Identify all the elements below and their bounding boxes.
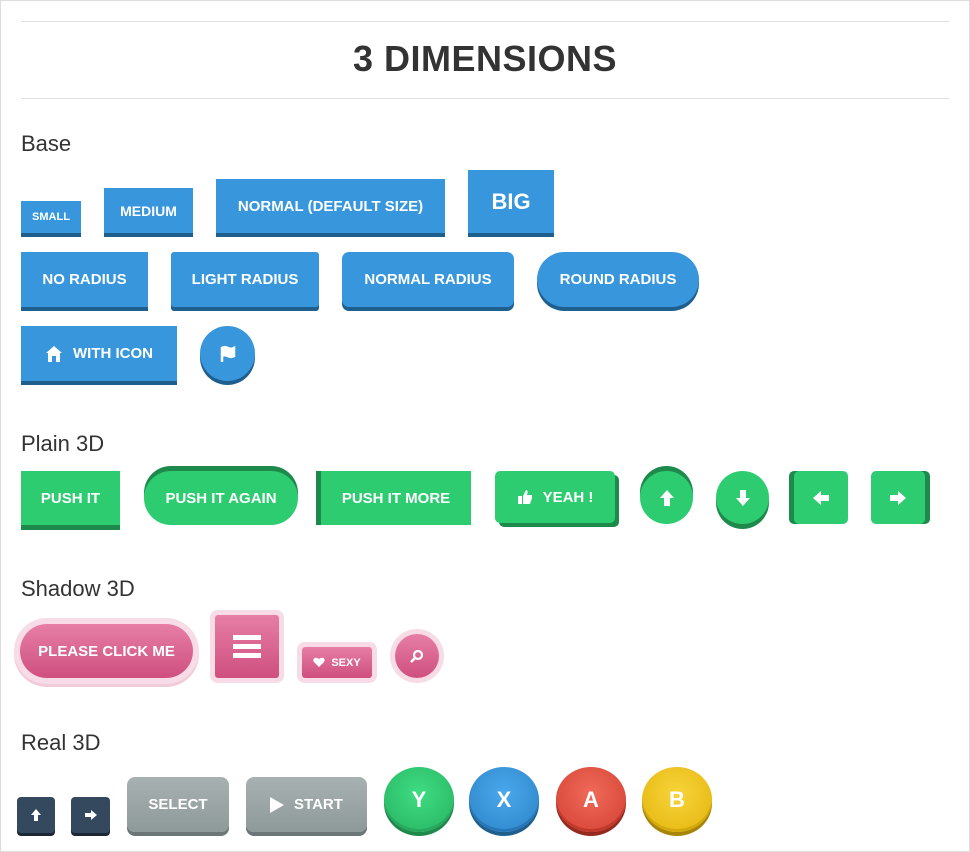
medium-button-label: MEDIUM — [120, 202, 177, 219]
section-base-heading: Base — [21, 131, 72, 156]
title-divider — [21, 98, 949, 99]
big-button[interactable]: BIG — [468, 170, 554, 233]
sexy-label: SEXY — [331, 656, 361, 669]
search-button[interactable] — [395, 634, 439, 678]
yeah-label: YEAH ! — [542, 488, 594, 506]
section-plain-heading: Plain 3D — [21, 431, 105, 456]
arrow-left-icon — [812, 490, 830, 506]
round-radius-label: ROUND RADIUS — [559, 271, 677, 288]
arrow-left-button[interactable] — [794, 471, 848, 524]
thumbs-up-icon — [517, 489, 533, 505]
a-label: A — [583, 786, 599, 812]
sexy-button[interactable]: SEXY — [302, 647, 372, 678]
arrow-down-icon — [735, 489, 751, 507]
big-button-label: BIG — [491, 188, 531, 214]
please-click-me-button[interactable]: PLEASE CLICK ME — [20, 624, 193, 678]
play-icon — [270, 796, 285, 813]
no-radius-button[interactable]: NO RADIUS — [21, 252, 148, 307]
a-button[interactable]: A — [556, 767, 626, 832]
light-radius-label: LIGHT RADIUS — [191, 271, 299, 288]
real-right-button[interactable] — [71, 797, 110, 833]
push-it-again-button[interactable]: PUSH IT AGAIN — [144, 471, 298, 525]
with-icon-button[interactable]: WITH ICON — [21, 326, 177, 381]
arrow-right-button[interactable] — [871, 471, 925, 524]
arrow-up-icon — [659, 489, 675, 507]
b-label: B — [669, 786, 685, 812]
small-button[interactable]: SMALL — [21, 201, 81, 233]
please-click-me-label: PLEASE CLICK ME — [38, 642, 175, 660]
page-frame — [0, 0, 970, 852]
home-icon — [45, 345, 63, 363]
push-it-label: PUSH IT — [40, 489, 101, 507]
push-it-more-button[interactable]: PUSH IT MORE — [321, 471, 471, 525]
y-button[interactable]: Y — [384, 767, 454, 832]
arrow-down-button[interactable] — [716, 471, 769, 524]
flag-button[interactable] — [200, 326, 255, 381]
top-divider — [21, 21, 949, 22]
y-label: Y — [411, 786, 427, 812]
push-it-more-label: PUSH IT MORE — [341, 489, 451, 507]
no-radius-label: NO RADIUS — [42, 271, 127, 288]
normal-default-size-button[interactable]: NORMAL (DEFAULT SIZE) — [216, 179, 445, 233]
menu-icon — [233, 634, 261, 659]
yeah-button[interactable]: YEAH ! — [495, 471, 615, 523]
round-radius-button[interactable]: ROUND RADIUS — [537, 252, 699, 307]
select-label: SELECT — [148, 796, 208, 813]
normal-radius-label: NORMAL RADIUS — [364, 271, 492, 288]
flag-icon — [219, 345, 237, 363]
arrow-up-icon — [31, 809, 41, 821]
normal-radius-button[interactable]: NORMAL RADIUS — [342, 252, 514, 307]
search-icon — [410, 649, 424, 663]
page-title: 3 DIMENSIONS — [352, 38, 618, 79]
small-button-label: SMALL — [32, 211, 70, 223]
menu-button[interactable] — [215, 615, 279, 678]
arrow-up-button[interactable] — [640, 471, 693, 524]
b-button[interactable]: B — [642, 767, 712, 832]
push-it-button[interactable]: PUSH IT — [21, 471, 120, 525]
with-icon-label: WITH ICON — [73, 345, 153, 362]
push-it-again-label: PUSH IT AGAIN — [165, 489, 277, 507]
arrow-right-icon — [889, 490, 907, 506]
arrow-right-icon — [84, 810, 97, 820]
heart-icon — [313, 657, 325, 668]
x-label: X — [496, 786, 512, 812]
start-button[interactable]: START — [246, 777, 367, 832]
section-shadow-heading: Shadow 3D — [21, 576, 135, 601]
real-up-button[interactable] — [17, 797, 55, 833]
select-button[interactable]: SELECT — [127, 777, 229, 832]
normal-button-label: NORMAL (DEFAULT SIZE) — [237, 197, 424, 215]
section-real-heading: Real 3D — [21, 730, 101, 755]
light-radius-button[interactable]: LIGHT RADIUS — [171, 252, 319, 307]
start-label: START — [294, 796, 343, 813]
medium-button[interactable]: MEDIUM — [104, 188, 193, 233]
x-button[interactable]: X — [469, 767, 539, 832]
